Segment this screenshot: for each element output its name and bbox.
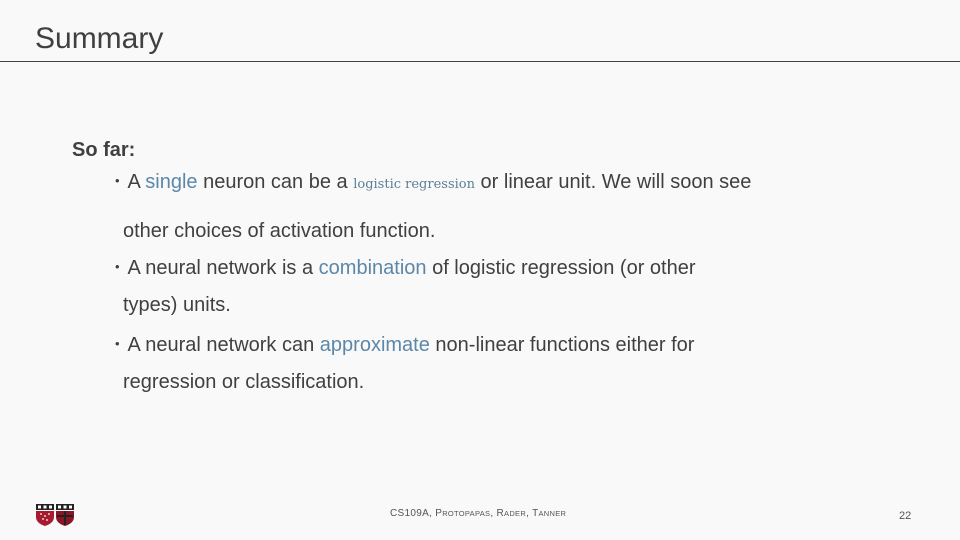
title-divider bbox=[0, 61, 960, 62]
bullet-dot: • bbox=[115, 336, 120, 351]
bullet-item: • A neural network is a combination of l… bbox=[115, 248, 875, 324]
harvard-iacs-shield-icon bbox=[36, 504, 54, 526]
course-code: CS109A, bbox=[390, 508, 436, 519]
bullet-text: A neural network can bbox=[127, 334, 320, 356]
author-name: ROTOPAPAS bbox=[442, 509, 491, 518]
highlight-term: single bbox=[145, 171, 198, 193]
bullet-continuation: types) units. bbox=[123, 294, 231, 316]
author-name: ADER bbox=[504, 509, 527, 518]
slide-title: Summary bbox=[35, 22, 164, 55]
bullet-text: of logistic regression (or other bbox=[426, 257, 696, 279]
page-number: 22 bbox=[899, 510, 912, 522]
highlight-term: combination bbox=[318, 257, 427, 279]
footer-credits: CS109A, PROTOPAPAS, RADER, TANNER bbox=[390, 508, 566, 519]
bullet-dot: • bbox=[115, 173, 120, 188]
bullet-text: or linear unit. We will soon see bbox=[474, 171, 752, 193]
bullet-text: A bbox=[127, 171, 146, 193]
inline-serif-term: logistic regression bbox=[353, 177, 475, 192]
bullet-text: A neural network is a bbox=[127, 257, 319, 279]
author-name: ANNER bbox=[538, 509, 567, 518]
lead-text: So far: bbox=[72, 139, 136, 161]
bullet-continuation: other choices of activation function. bbox=[123, 220, 436, 242]
bullet-continuation: regression or classification. bbox=[123, 371, 365, 393]
harvard-seas-shield-icon bbox=[56, 504, 74, 526]
bullet-text: neuron can be a bbox=[197, 171, 354, 193]
bullet-item: • A single neuron can be a logistic regr… bbox=[115, 162, 875, 250]
institution-logo bbox=[36, 504, 76, 526]
highlight-term: approximate bbox=[319, 334, 430, 356]
bullet-item: • A neural network can approximate non-l… bbox=[115, 325, 875, 401]
bullet-dot: • bbox=[115, 259, 120, 274]
author-initial: R bbox=[496, 508, 505, 519]
bullet-text: non-linear functions either for bbox=[429, 334, 695, 356]
